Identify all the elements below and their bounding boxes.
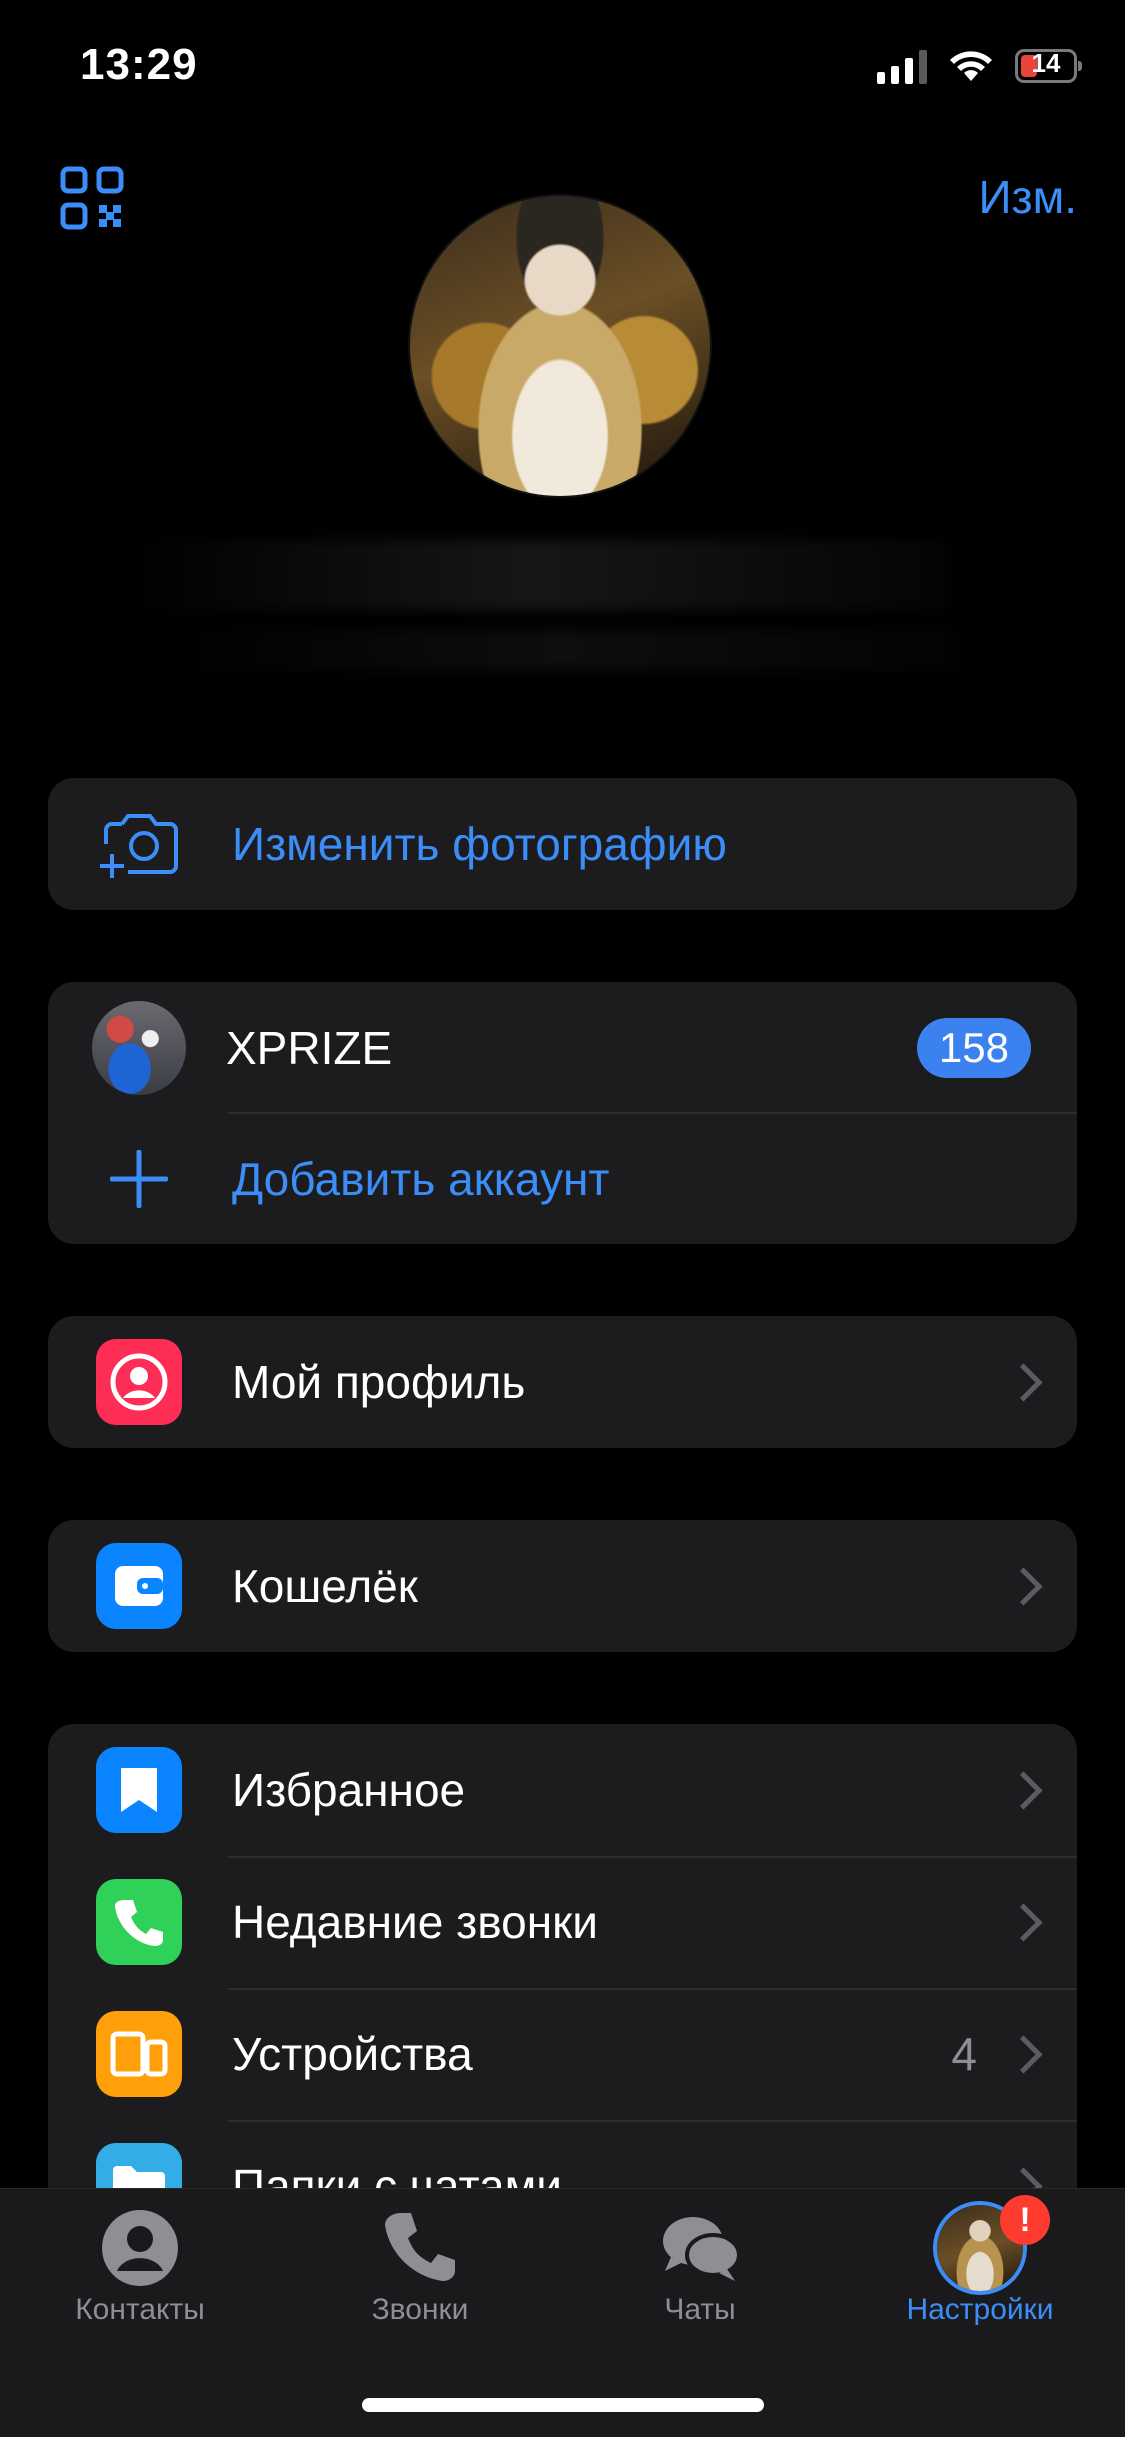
profile-status-redacted [160, 630, 960, 670]
unread-badge: 158 [916, 1018, 1031, 1078]
qr-code-icon[interactable] [60, 166, 124, 230]
wallet-card: Кошелёк [48, 1520, 1077, 1652]
tab-label: Звонки [371, 2293, 469, 2326]
devices-label: Устройства [232, 2028, 473, 2080]
accounts-card: XPRIZE 158 Добавить аккаунт [48, 982, 1077, 1244]
cellular-signal-icon [877, 48, 927, 84]
chevron-right-icon [1004, 2034, 1043, 2074]
tab-label: Контакты [75, 2293, 205, 2326]
profile-name-redacted [120, 540, 950, 610]
tab-label: Настройки [906, 2293, 1054, 2326]
bookmark-icon [96, 1747, 182, 1833]
wifi-icon [950, 51, 992, 81]
devices-icon [96, 2011, 182, 2097]
chat-bubbles-icon [663, 2217, 741, 2281]
profile-card: Мой профиль [48, 1316, 1077, 1448]
person-icon [102, 2210, 178, 2286]
phone-icon [96, 1879, 182, 1965]
devices-row[interactable]: Устройства 4 [48, 1988, 1077, 2120]
status-icons: 14 [877, 48, 1082, 84]
status-time: 13:29 [80, 40, 198, 89]
home-indicator [362, 2398, 764, 2412]
favorites-row[interactable]: Избранное [48, 1724, 1077, 1856]
add-account-row[interactable]: Добавить аккаунт [48, 1114, 1077, 1244]
wallet-label: Кошелёк [232, 1560, 418, 1612]
tab-label: Чаты [664, 2293, 736, 2326]
change-photo-card[interactable]: Изменить фотографию [48, 778, 1077, 910]
chevron-right-icon [1004, 1770, 1043, 1810]
settings-list-card: Избранное Недавние звонки Устройства 4 П… [48, 1724, 1077, 2244]
my-profile-row[interactable]: Мой профиль [48, 1316, 1077, 1448]
chevron-right-icon [1004, 1902, 1043, 1942]
profile-avatar[interactable] [410, 196, 710, 496]
change-photo-label: Изменить фотографию [232, 818, 727, 870]
devices-count: 4 [951, 2028, 977, 2080]
account-row[interactable]: XPRIZE 158 [48, 982, 1077, 1114]
change-photo-row[interactable]: Изменить фотографию [48, 778, 1077, 910]
account-name: XPRIZE [226, 1022, 393, 1074]
favorites-label: Избранное [232, 1764, 466, 1816]
wallet-row[interactable]: Кошелёк [48, 1520, 1077, 1652]
camera-add-icon [100, 814, 178, 878]
phone-icon [385, 2213, 455, 2281]
plus-icon [110, 1150, 168, 1208]
alert-badge: ! [1000, 2195, 1050, 2245]
recent-calls-row[interactable]: Недавние звонки [48, 1856, 1077, 1988]
chevron-right-icon [1004, 1566, 1043, 1606]
my-profile-label: Мой профиль [232, 1356, 526, 1408]
battery-level: 14 [1031, 48, 1061, 78]
edit-button[interactable]: Изм. [978, 170, 1077, 224]
chevron-right-icon [1004, 1362, 1043, 1402]
recent-calls-label: Недавние звонки [232, 1896, 598, 1948]
battery-icon: 14 [1015, 48, 1082, 83]
wallet-icon [96, 1543, 182, 1629]
account-avatar [92, 1001, 186, 1095]
person-circle-icon [96, 1339, 182, 1425]
add-account-label: Добавить аккаунт [232, 1153, 610, 1205]
